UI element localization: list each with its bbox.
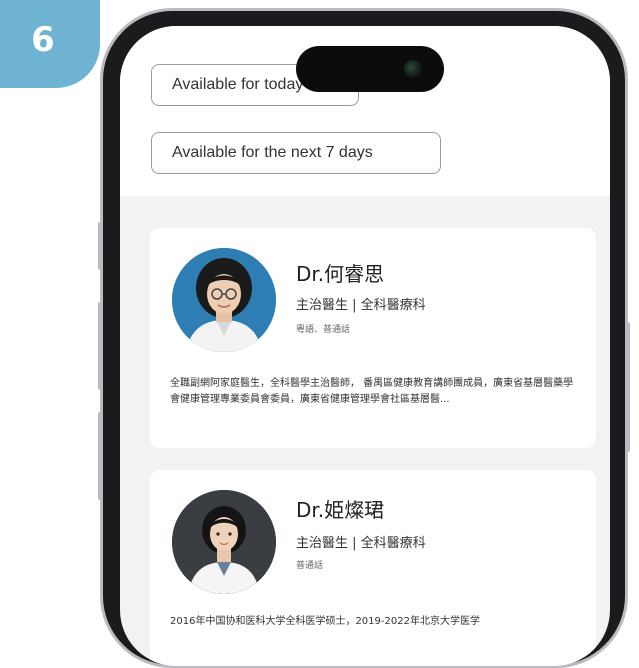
doctor-name: Dr.姫燦珺 [296,498,385,522]
step-number: 6 [31,20,55,60]
doctor-avatar [172,490,276,594]
camera-icon [404,60,422,78]
doctor-bio: 全職副網阿家庭醫生，全科醫學主治醫師， 番禺區健康教育講師團成員，廣東省基層醫藥… [170,378,574,405]
doctor-card[interactable]: Dr.姫燦珺 主治醫生 | 全科醫療科 普通話 2016年中国协和医科大学全科医… [150,470,596,666]
doctor-avatar [172,248,276,352]
doctor-title: 主治醫生 | 全科醫療科 [296,536,426,551]
doctor-title: 主治醫生 | 全科醫療科 [296,298,426,313]
doctor-languages: 粵語、普通話 [296,325,351,335]
phone-screen: Available for today Available for the ne… [120,26,610,666]
doctor-bio: 2016年中国协和医科大学全科医学硕士，2019-2022年北京大学医学 [170,616,480,627]
doctor-languages: 普通話 [296,561,324,571]
available-next-7-days-filter[interactable]: Available for the next 7 days [151,132,441,174]
doctor-card[interactable]: Dr.何睿思 主治醫生 | 全科醫療科 粵語、普通話 全職副網阿家庭醫生，全科醫… [150,228,596,448]
step-badge: 6 [0,0,100,88]
doctor-name: Dr.何睿思 [296,262,385,286]
dynamic-island [296,46,444,92]
